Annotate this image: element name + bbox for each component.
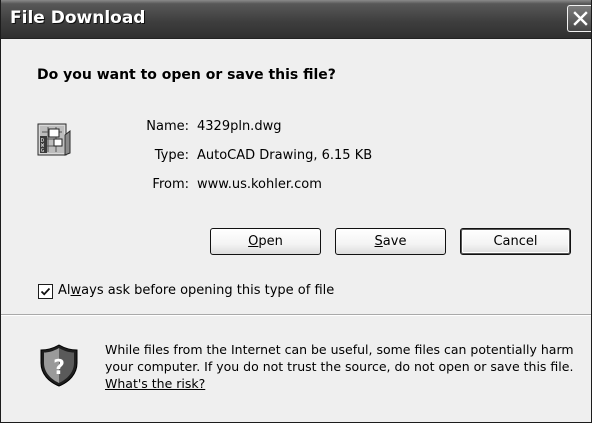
- open-label-rest: pen: [258, 234, 283, 249]
- close-button[interactable]: [567, 5, 591, 32]
- open-button[interactable]: Open: [210, 228, 321, 255]
- always-ask-checkbox[interactable]: [38, 284, 53, 299]
- divider: [1, 314, 591, 316]
- dialog-title: File Download: [10, 8, 146, 28]
- from-value: www.us.kohler.com: [197, 177, 322, 192]
- open-accelerator: O: [248, 234, 259, 249]
- file-source-row: From: www.us.kohler.com: [1, 177, 591, 195]
- prompt-question: Do you want to open or save this file?: [37, 67, 336, 83]
- file-name-row: Name: 4329pln.dwg: [1, 119, 591, 137]
- svg-text:?: ?: [53, 355, 65, 379]
- title-bar[interactable]: File Download: [1, 0, 591, 39]
- whats-the-risk-link[interactable]: What's the risk?: [105, 376, 205, 391]
- security-warning-text: While files from the Internet can be use…: [105, 341, 583, 392]
- from-label: From:: [152, 177, 189, 192]
- always-ask-label: Always ask before opening this type of f…: [58, 283, 334, 298]
- name-value: 4329pln.dwg: [197, 119, 282, 134]
- dialog-body: Do you want to open or save this file? D…: [1, 39, 591, 422]
- save-label-rest: ave: [382, 234, 407, 249]
- save-accelerator: S: [374, 234, 383, 249]
- warning-body: While files from the Internet can be use…: [105, 342, 574, 374]
- cancel-button[interactable]: Cancel: [460, 228, 571, 255]
- type-label: Type:: [154, 148, 189, 163]
- file-type-row: Type: AutoCAD Drawing, 6.15 KB: [1, 148, 591, 166]
- always-ask-label-post: ays ask before opening this type of file: [81, 283, 335, 298]
- name-label: Name:: [146, 119, 189, 134]
- always-ask-label-pre: Al: [58, 283, 71, 298]
- checkmark-icon: [40, 287, 51, 296]
- save-button[interactable]: Save: [335, 228, 446, 255]
- file-download-dialog: File Download Do you want to open or sav…: [0, 0, 592, 423]
- type-value: AutoCAD Drawing, 6.15 KB: [197, 148, 373, 163]
- always-ask-accelerator: w: [70, 283, 82, 298]
- close-icon: [573, 11, 588, 26]
- shield-question-icon: ?: [39, 343, 79, 391]
